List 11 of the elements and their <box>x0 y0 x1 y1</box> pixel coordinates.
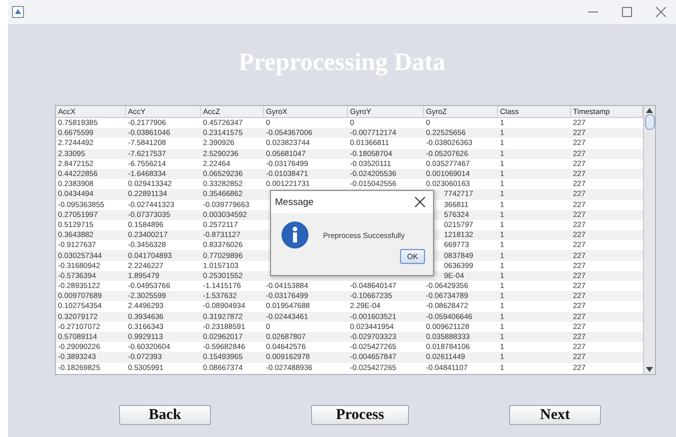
dialog-title: Message <box>275 196 314 208</box>
app-icon <box>12 6 24 18</box>
close-icon[interactable] <box>415 197 425 207</box>
scrollbar[interactable] <box>643 106 655 374</box>
info-icon <box>281 221 309 249</box>
scroll-down-icon[interactable] <box>646 367 653 372</box>
action-button[interactable]: Process <box>311 405 410 425</box>
scroll-thumb[interactable] <box>644 114 654 130</box>
action-button[interactable]: Back <box>119 405 211 425</box>
maximize-icon[interactable] <box>622 7 632 17</box>
action-button[interactable]: Next <box>509 405 602 425</box>
